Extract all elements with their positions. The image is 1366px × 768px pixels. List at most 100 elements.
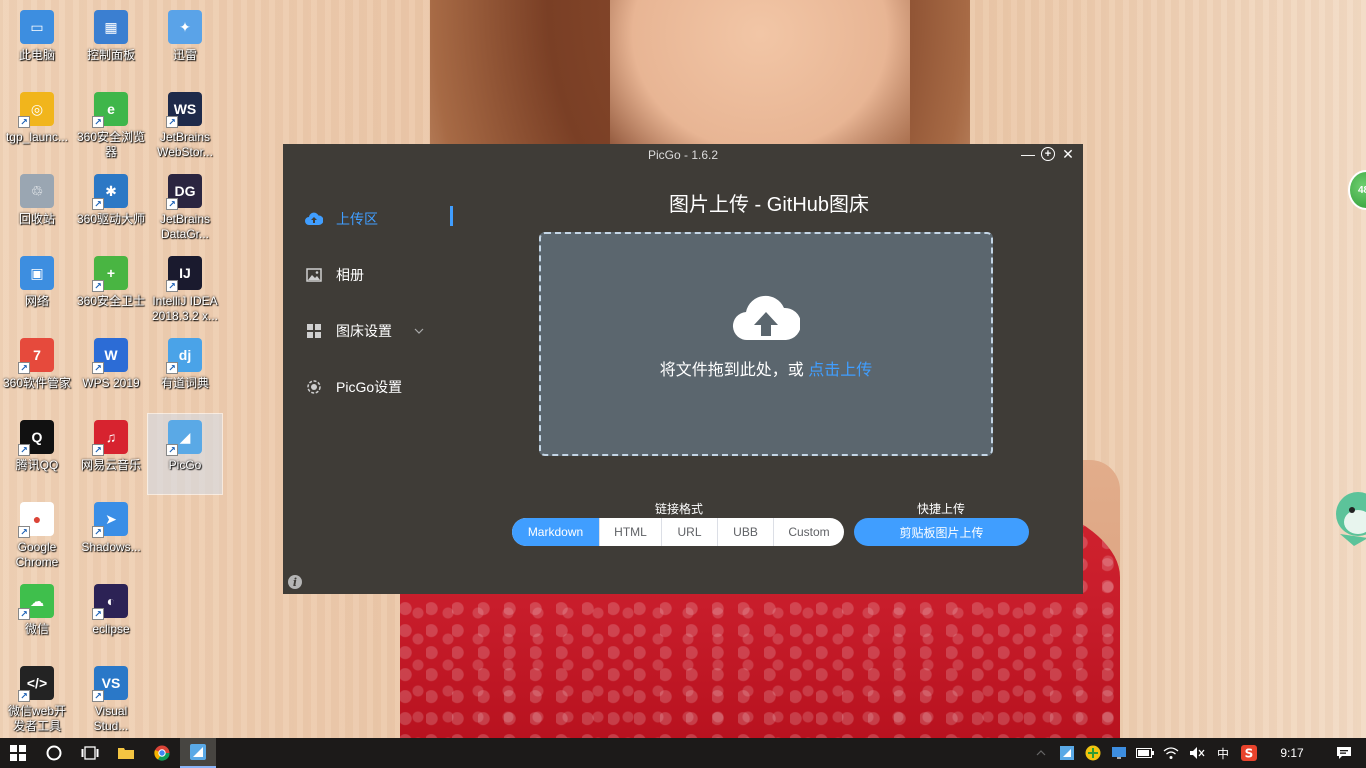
desktop-icon-label: 网易云音乐 [80, 458, 141, 472]
desktop-icon-19[interactable]: ➤ ↗ Shadows... [74, 496, 148, 576]
app-icon: DG ↗ [166, 174, 202, 210]
action-center-button[interactable] [1324, 738, 1364, 768]
shortcut-arrow-icon: ↗ [18, 116, 30, 128]
tray-clock[interactable]: 9:17 [1264, 738, 1320, 768]
app-icon: W ↗ [92, 338, 128, 374]
start-button[interactable] [0, 738, 36, 768]
app-icon: </> ↗ [18, 666, 54, 702]
clipboard-upload-button[interactable]: 剪贴板图片上传 [854, 518, 1029, 546]
nav-gallery[interactable]: 相册 [305, 262, 364, 288]
desktop-icon-label: Visual Stud... [93, 704, 129, 733]
windows-icon [10, 745, 26, 761]
desktop-icon-label: 微信 [24, 622, 49, 636]
taskbar-picgo[interactable] [180, 738, 216, 768]
shortcut-arrow-icon: ↗ [166, 116, 178, 128]
app-icon: dj ↗ [166, 338, 202, 374]
nav-picgo-settings-label: PicGo设置 [336, 379, 403, 395]
shortcut-arrow-icon: ↗ [18, 444, 30, 456]
window-title: PicGo - 1.6.2 [647, 148, 719, 162]
desktop-icon-7[interactable]: ✱ ↗ 360驱动大师 [74, 168, 148, 248]
shortcut-arrow-icon: ↗ [92, 526, 104, 538]
desktop-icon-15[interactable]: Q ↗ 腾讯QQ [0, 414, 74, 494]
maximize-button[interactable]: + [1041, 147, 1055, 161]
format-url[interactable]: URL [661, 518, 717, 546]
format-ubb[interactable]: UBB [717, 518, 773, 546]
title-bar[interactable]: PicGo - 1.6.2 — + ✕ [283, 144, 1083, 166]
desktop-icon-label: PicGo [168, 458, 202, 472]
desktop-icon-16[interactable]: ♫ ↗ 网易云音乐 [74, 414, 148, 494]
info-icon[interactable]: i [288, 575, 302, 589]
format-custom[interactable]: Custom [773, 518, 844, 546]
tray-ime[interactable]: 中 [1212, 738, 1234, 768]
desktop-icons: ▭ 此电脑 ▦ 控制面板 ✦ 迅雷 ◎ ↗ tgp_launc... e ↗ 360安全浏览 器 WS ↗… [0, 0, 230, 738]
tray-picgo[interactable] [1056, 738, 1078, 768]
tray-battery[interactable] [1134, 738, 1156, 768]
desktop-icon-13[interactable]: W ↗ WPS 2019 [74, 332, 148, 412]
desktop-icon-17[interactable]: ◢ ↗ PicGo [147, 413, 223, 495]
desktop-icon-9[interactable]: ▣ 网络 [0, 250, 74, 330]
app-icon: ◐ ↗ [92, 584, 128, 620]
battery-icon [1136, 748, 1154, 758]
close-button[interactable]: ✕ [1061, 146, 1075, 162]
desktop-icon-10[interactable]: + ↗ 360安全卫士 [74, 250, 148, 330]
desktop-icon-23[interactable]: VS ↗ Visual Stud... [74, 660, 148, 740]
format-markdown[interactable]: Markdown [512, 518, 599, 546]
desktop-icon-14[interactable]: dj ↗ 有道词典 [148, 332, 222, 412]
desktop-icon-2[interactable]: ✦ 迅雷 [148, 4, 222, 84]
desktop-icon-label: 360安全卫士 [76, 294, 146, 308]
tray-overflow-chevron[interactable] [1030, 738, 1052, 768]
system-tray: 中 S 9:17 [1028, 738, 1366, 768]
chevron-down-icon [414, 325, 424, 337]
minimize-button[interactable]: — [1021, 146, 1035, 162]
tray-volume[interactable] [1186, 738, 1208, 768]
taskbar-explorer[interactable] [108, 738, 144, 768]
shortcut-arrow-icon: ↗ [166, 198, 178, 210]
desktop-icon-label: 控制面板 [86, 48, 135, 62]
app-icon: ◢ ↗ [166, 420, 202, 456]
desktop-icon-3[interactable]: ◎ ↗ tgp_launc... [0, 86, 74, 166]
desktop-icon-11[interactable]: IJ ↗ IntelliJ IDEA 2018.3.2 x... [148, 250, 222, 330]
desktop-icon-0[interactable]: ▭ 此电脑 [0, 4, 74, 84]
desktop-icon-5[interactable]: WS ↗ JetBrains WebStor... [148, 86, 222, 166]
tray-360[interactable] [1082, 738, 1104, 768]
cortana-button[interactable] [36, 738, 72, 768]
monitor-icon [1112, 747, 1126, 759]
desktop-icon-4[interactable]: e ↗ 360安全浏览 器 [74, 86, 148, 166]
desktop-icon-label: 微信web开 发者工具 [7, 704, 66, 733]
desktop-icon-22[interactable]: </> ↗ 微信web开 发者工具 [0, 660, 74, 740]
tray-wifi[interactable] [1160, 738, 1182, 768]
desktop-icon-6[interactable]: ♲ 回收站 [0, 168, 74, 248]
app-icon: ▭ [20, 10, 54, 44]
nav-upload[interactable]: 上传区 [305, 206, 378, 232]
nav-gallery-label: 相册 [336, 267, 364, 283]
desktop-icon-20[interactable]: ☁ ↗ 微信 [0, 578, 74, 658]
app-icon: ☁ ↗ [18, 584, 54, 620]
desktop-icon-12[interactable]: 7 ↗ 360软件管家 [0, 332, 74, 412]
picgo-window: PicGo - 1.6.2 — + ✕ 上传区 相册 图床设置 PicGo设置 … [283, 144, 1083, 594]
plus-icon: + [1044, 148, 1052, 160]
desktop-icon-8[interactable]: DG ↗ JetBrains DataGr... [148, 168, 222, 248]
tray-sogou[interactable]: S [1238, 738, 1260, 768]
shortcut-arrow-icon: ↗ [166, 280, 178, 292]
svg-text:S: S [1245, 747, 1254, 761]
tray-control-panel[interactable] [1108, 738, 1130, 768]
desktop-icon-1[interactable]: ▦ 控制面板 [74, 4, 148, 84]
dino-widget[interactable] [1334, 488, 1366, 552]
app-icon: VS ↗ [92, 666, 128, 702]
click-upload-link[interactable]: 点击上传 [808, 362, 872, 379]
nav-picbed-settings[interactable]: 图床设置 [305, 318, 424, 344]
taskbar-chrome[interactable] [144, 738, 180, 768]
link-format-group: Markdown HTML URL UBB Custom [512, 518, 844, 546]
desktop-icon-18[interactable]: ● ↗ Google Chrome [0, 496, 74, 576]
picgo-icon [190, 744, 206, 760]
app-icon: ◎ ↗ [18, 92, 54, 128]
task-view-button[interactable] [72, 738, 108, 768]
format-html[interactable]: HTML [599, 518, 661, 546]
desktop-icon-21[interactable]: ◐ ↗ eclipse [74, 578, 148, 658]
nav-picgo-settings[interactable]: PicGo设置 [305, 374, 402, 400]
shortcut-arrow-icon: ↗ [92, 198, 104, 210]
app-icon: WS ↗ [166, 92, 202, 128]
chrome-icon [154, 745, 170, 761]
upload-dropzone[interactable]: 将文件拖到此处，或 点击上传 [539, 232, 993, 456]
shortcut-arrow-icon: ↗ [18, 526, 30, 538]
